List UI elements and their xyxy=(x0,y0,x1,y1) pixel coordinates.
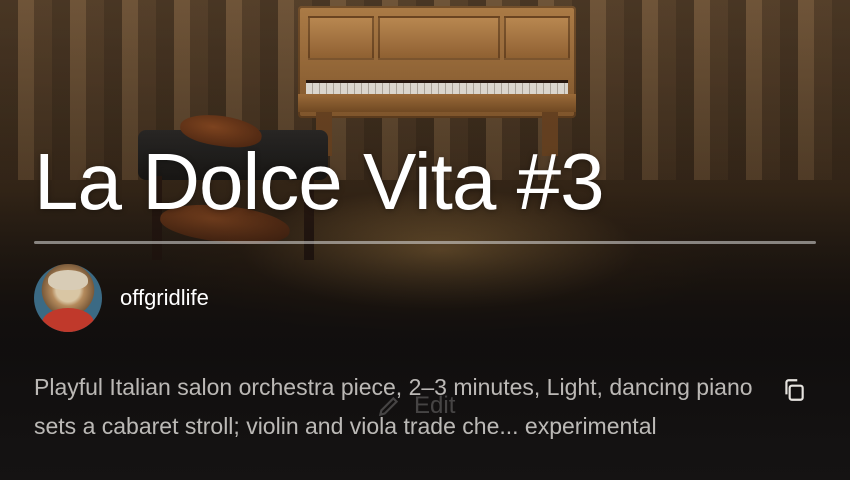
copy-icon xyxy=(785,379,804,401)
title-divider xyxy=(34,241,816,244)
avatar[interactable] xyxy=(34,264,102,332)
author-link[interactable]: offgridlife xyxy=(34,264,209,332)
copy-button[interactable] xyxy=(778,374,810,406)
author-name[interactable]: offgridlife xyxy=(120,285,209,311)
song-description: Playful Italian salon orchestra piece, 2… xyxy=(34,374,753,439)
song-title: La Dolce Vita #3 xyxy=(34,137,605,226)
